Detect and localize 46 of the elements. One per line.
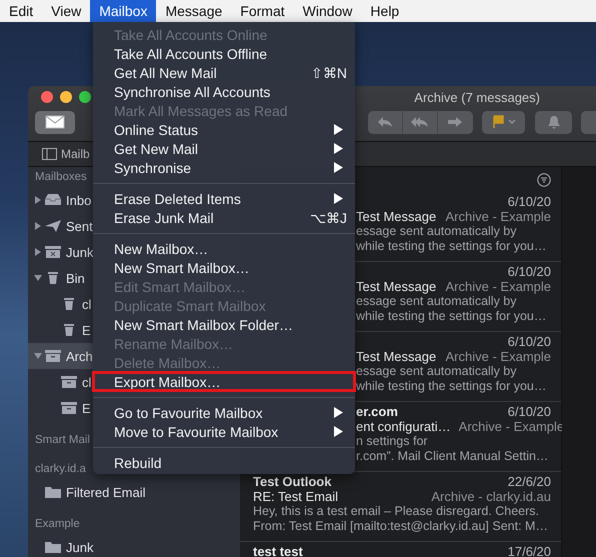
sidebar-label: Inbo	[66, 192, 92, 208]
message-preview: essage sent automatically by	[356, 364, 518, 379]
sender-name: Test Outlook	[253, 474, 332, 489]
sidebar-label: Arch	[66, 348, 93, 364]
message-preview: while testing the settings for you…	[356, 309, 548, 324]
message-date: 6/10/20	[508, 404, 551, 419]
section-header: Mailboxes	[34, 170, 87, 185]
section-header: Example	[34, 517, 80, 532]
mailbox-label: Archive - Example	[446, 209, 551, 224]
sidebar-label: Filtered Email	[66, 484, 146, 500]
mailbox-label: Archive - clarky.id.au	[431, 489, 551, 504]
sidebar-label: cl	[82, 374, 92, 390]
sidebar-label: Junk	[66, 540, 94, 554]
sidebar-label: E	[82, 400, 91, 416]
shortcut-label: ⌥⌘J	[310, 210, 347, 226]
message-date: 6/10/20	[508, 264, 551, 279]
message-preview: essage sent automatically by	[356, 294, 518, 309]
message-preview: r.com”. Mail Client Manual Settin…	[356, 449, 550, 464]
message-date: 22/6/20	[508, 474, 551, 489]
message-subject: ent configurati…	[356, 419, 451, 434]
message-preview: n settings for	[356, 434, 429, 449]
sidebar-label: Junk	[66, 244, 94, 260]
message-preview: Hey, this is a test email – Please disregard. Cheers.	[253, 504, 540, 519]
sidebar-label: Sent	[66, 218, 93, 234]
section-header: Smart Mail	[34, 433, 90, 448]
window-title: Archive (7 messages)	[414, 90, 540, 104]
message-subject: RE: Test Email	[253, 489, 338, 504]
sidebar-label: cl	[82, 296, 92, 312]
message-preview: From: Test Email [mailto:test@clarky.id.au] Sent: M…	[253, 519, 549, 534]
sidebar-label: E	[82, 322, 91, 338]
message-date: 6/10/20	[508, 194, 551, 209]
shortcut-label: ⇧⌘N	[310, 64, 347, 80]
message-preview: essage sent automatically by	[356, 224, 518, 239]
sender-name: test test	[253, 544, 303, 557]
mailbox-label: Archive - Example	[446, 279, 551, 294]
message-subject: Test Message	[356, 209, 436, 224]
mailbox-label: Archive - Example	[446, 349, 551, 364]
message-subject: Test Message	[356, 279, 436, 294]
message-preview: while testing the settings for you…	[356, 239, 548, 254]
sender-name: er.com	[356, 404, 398, 419]
message-subject: Test Message	[356, 349, 436, 364]
message-preview: while testing the settings for you…	[356, 379, 548, 394]
message-date: 6/10/20	[508, 334, 551, 349]
message-date: 17/6/20	[508, 544, 551, 557]
section-header: clarky.id.a	[34, 462, 86, 477]
sidebar-label: Bin	[66, 270, 85, 286]
